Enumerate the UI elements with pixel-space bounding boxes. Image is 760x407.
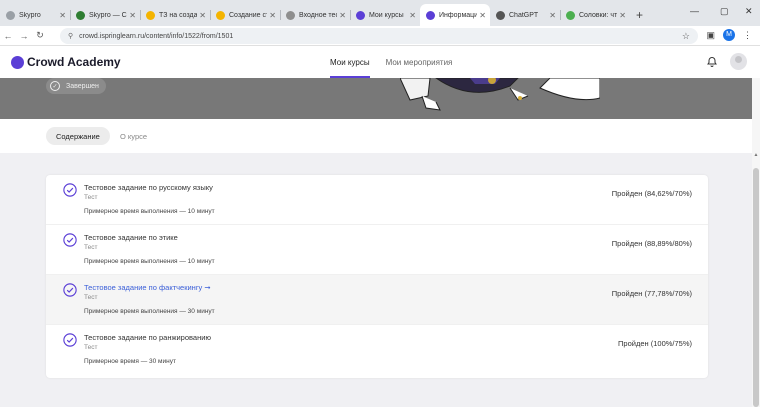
- tab-favicon-icon: [146, 10, 155, 20]
- browser-tab[interactable]: Skypro — Cr ✕: [70, 4, 140, 26]
- tab-favicon-icon: [6, 10, 15, 20]
- arrow-right-icon: ➞: [202, 283, 211, 292]
- browser-tab-strip: Skypro ✕ Skypro — Cr ✕ ТЗ на создан ✕ Созда…: [0, 0, 760, 26]
- tab-favicon-icon: [356, 10, 365, 20]
- course-items-list: Тестовое задание по русскому языку Тест …: [46, 175, 708, 378]
- user-avatar[interactable]: [730, 53, 747, 70]
- nav-my-courses[interactable]: Мои курсы: [322, 46, 378, 78]
- check-circle-icon: [63, 233, 77, 247]
- course-banner: ✓ Завершен: [0, 78, 752, 119]
- item-title[interactable]: Тестовое задание по русскому языку: [84, 183, 213, 192]
- bell-icon[interactable]: [706, 56, 718, 68]
- logo-circle-icon: [11, 55, 24, 69]
- item-title[interactable]: Тестовое задание по ранжированию: [84, 333, 211, 342]
- browser-tab[interactable]: ChatGPT ✕: [490, 4, 560, 26]
- item-type: Тест: [84, 344, 98, 351]
- item-type: Тест: [84, 294, 98, 301]
- browser-tab[interactable]: ТЗ на создан ✕: [140, 4, 210, 26]
- nav-my-events[interactable]: Мои мероприятия: [378, 46, 461, 78]
- item-type: Тест: [84, 194, 98, 201]
- back-icon[interactable]: ←: [0, 31, 16, 41]
- tab-close-icon[interactable]: ✕: [199, 11, 206, 20]
- reload-icon[interactable]: ↻: [32, 30, 48, 41]
- item-duration: Примерное время выполнения — 30 минут: [84, 308, 215, 315]
- list-item[interactable]: Тестовое задание по русскому языку Тест …: [46, 175, 708, 225]
- browser-tab-active[interactable]: Информаци ✕: [420, 4, 490, 26]
- tab-close-icon[interactable]: ✕: [479, 11, 486, 20]
- main-nav: Мои курсы Мои мероприятия: [322, 46, 460, 78]
- menu-kebab-icon[interactable]: ⋮: [743, 30, 752, 41]
- check-circle-icon: [63, 333, 77, 347]
- address-bar: ← → ↻ ⚲ crowd.ispringlearn.ru/content/in…: [0, 26, 760, 46]
- browser-tab[interactable]: Входное тес ✕: [280, 4, 350, 26]
- sidebar-toggle-icon[interactable]: ▣: [706, 30, 715, 41]
- tab-close-icon[interactable]: ✕: [339, 11, 346, 20]
- forward-icon[interactable]: →: [16, 31, 32, 41]
- tab-favicon-icon: [566, 10, 575, 20]
- browser-tab[interactable]: Соловки: что ✕: [560, 4, 630, 26]
- item-duration: Примерное время выполнения — 10 минут: [84, 208, 215, 215]
- browser-tab[interactable]: Мои курсы ✕: [350, 4, 420, 26]
- item-result: Пройден (88,89%/80%): [611, 239, 692, 248]
- banner-illustration: [400, 78, 600, 111]
- check-circle-icon: [63, 183, 77, 197]
- scroll-up-arrow-icon[interactable]: ▲: [752, 152, 760, 158]
- item-result: Пройден (100%/75%): [618, 339, 692, 348]
- item-duration: Примерное время выполнения — 10 минут: [84, 258, 215, 265]
- minimize-icon[interactable]: —: [690, 6, 699, 16]
- logo[interactable]: Crowd Academy: [11, 55, 121, 69]
- item-duration: Примерное время — 30 минут: [84, 358, 176, 365]
- item-result: Пройден (84,62%/70%): [611, 189, 692, 198]
- tab-close-icon[interactable]: ✕: [549, 11, 556, 20]
- item-title-link[interactable]: Тестовое задание по фактчекингу ➞: [84, 283, 211, 292]
- bookmark-star-icon[interactable]: ☆: [682, 31, 690, 42]
- tab-close-icon[interactable]: ✕: [59, 11, 66, 20]
- close-window-icon[interactable]: ✕: [745, 6, 753, 17]
- new-tab-button[interactable]: +: [630, 8, 649, 26]
- tab-close-icon[interactable]: ✕: [409, 11, 416, 20]
- profile-avatar[interactable]: M: [723, 29, 735, 41]
- tab-contents[interactable]: Содержание: [46, 127, 110, 145]
- tab-close-icon[interactable]: ✕: [269, 11, 276, 20]
- browser-tab[interactable]: Создание ст ✕: [210, 4, 280, 26]
- site-info-icon[interactable]: ⚲: [68, 32, 73, 40]
- tab-favicon-icon: [426, 10, 435, 20]
- check-circle-icon: ✓: [50, 81, 60, 91]
- tab-favicon-icon: [216, 10, 225, 20]
- url-text: crowd.ispringlearn.ru/content/info/1522/…: [79, 32, 234, 40]
- maximize-icon[interactable]: ▢: [720, 6, 729, 17]
- item-result: Пройден (77,78%/70%): [611, 289, 692, 298]
- list-item[interactable]: Тестовое задание по этике Тест Примерное…: [46, 225, 708, 275]
- tab-close-icon[interactable]: ✕: [619, 11, 626, 20]
- scrollbar-thumb[interactable]: [753, 168, 759, 407]
- tab-close-icon[interactable]: ✕: [129, 11, 136, 20]
- list-item-hovered[interactable]: Тестовое задание по фактчекингу ➞ Тест П…: [46, 275, 708, 325]
- item-title[interactable]: Тестовое задание по этике: [84, 233, 178, 242]
- item-type: Тест: [84, 244, 98, 251]
- status-badge: ✓ Завершен: [46, 78, 106, 94]
- site-header: Crowd Academy Мои курсы Мои мероприятия: [0, 46, 760, 78]
- check-circle-icon: [63, 283, 77, 297]
- browser-tab[interactable]: Skypro ✕: [0, 4, 70, 26]
- tab-favicon-icon: [286, 10, 295, 20]
- tab-favicon-icon: [496, 10, 505, 20]
- url-field[interactable]: ⚲ crowd.ispringlearn.ru/content/info/152…: [60, 28, 698, 44]
- tab-favicon-icon: [76, 10, 85, 20]
- tab-about-course[interactable]: О курсе: [120, 127, 147, 145]
- list-item[interactable]: Тестовое задание по ранжированию Тест Пр…: [46, 325, 708, 375]
- content-tabs: Содержание О курсе: [0, 119, 752, 153]
